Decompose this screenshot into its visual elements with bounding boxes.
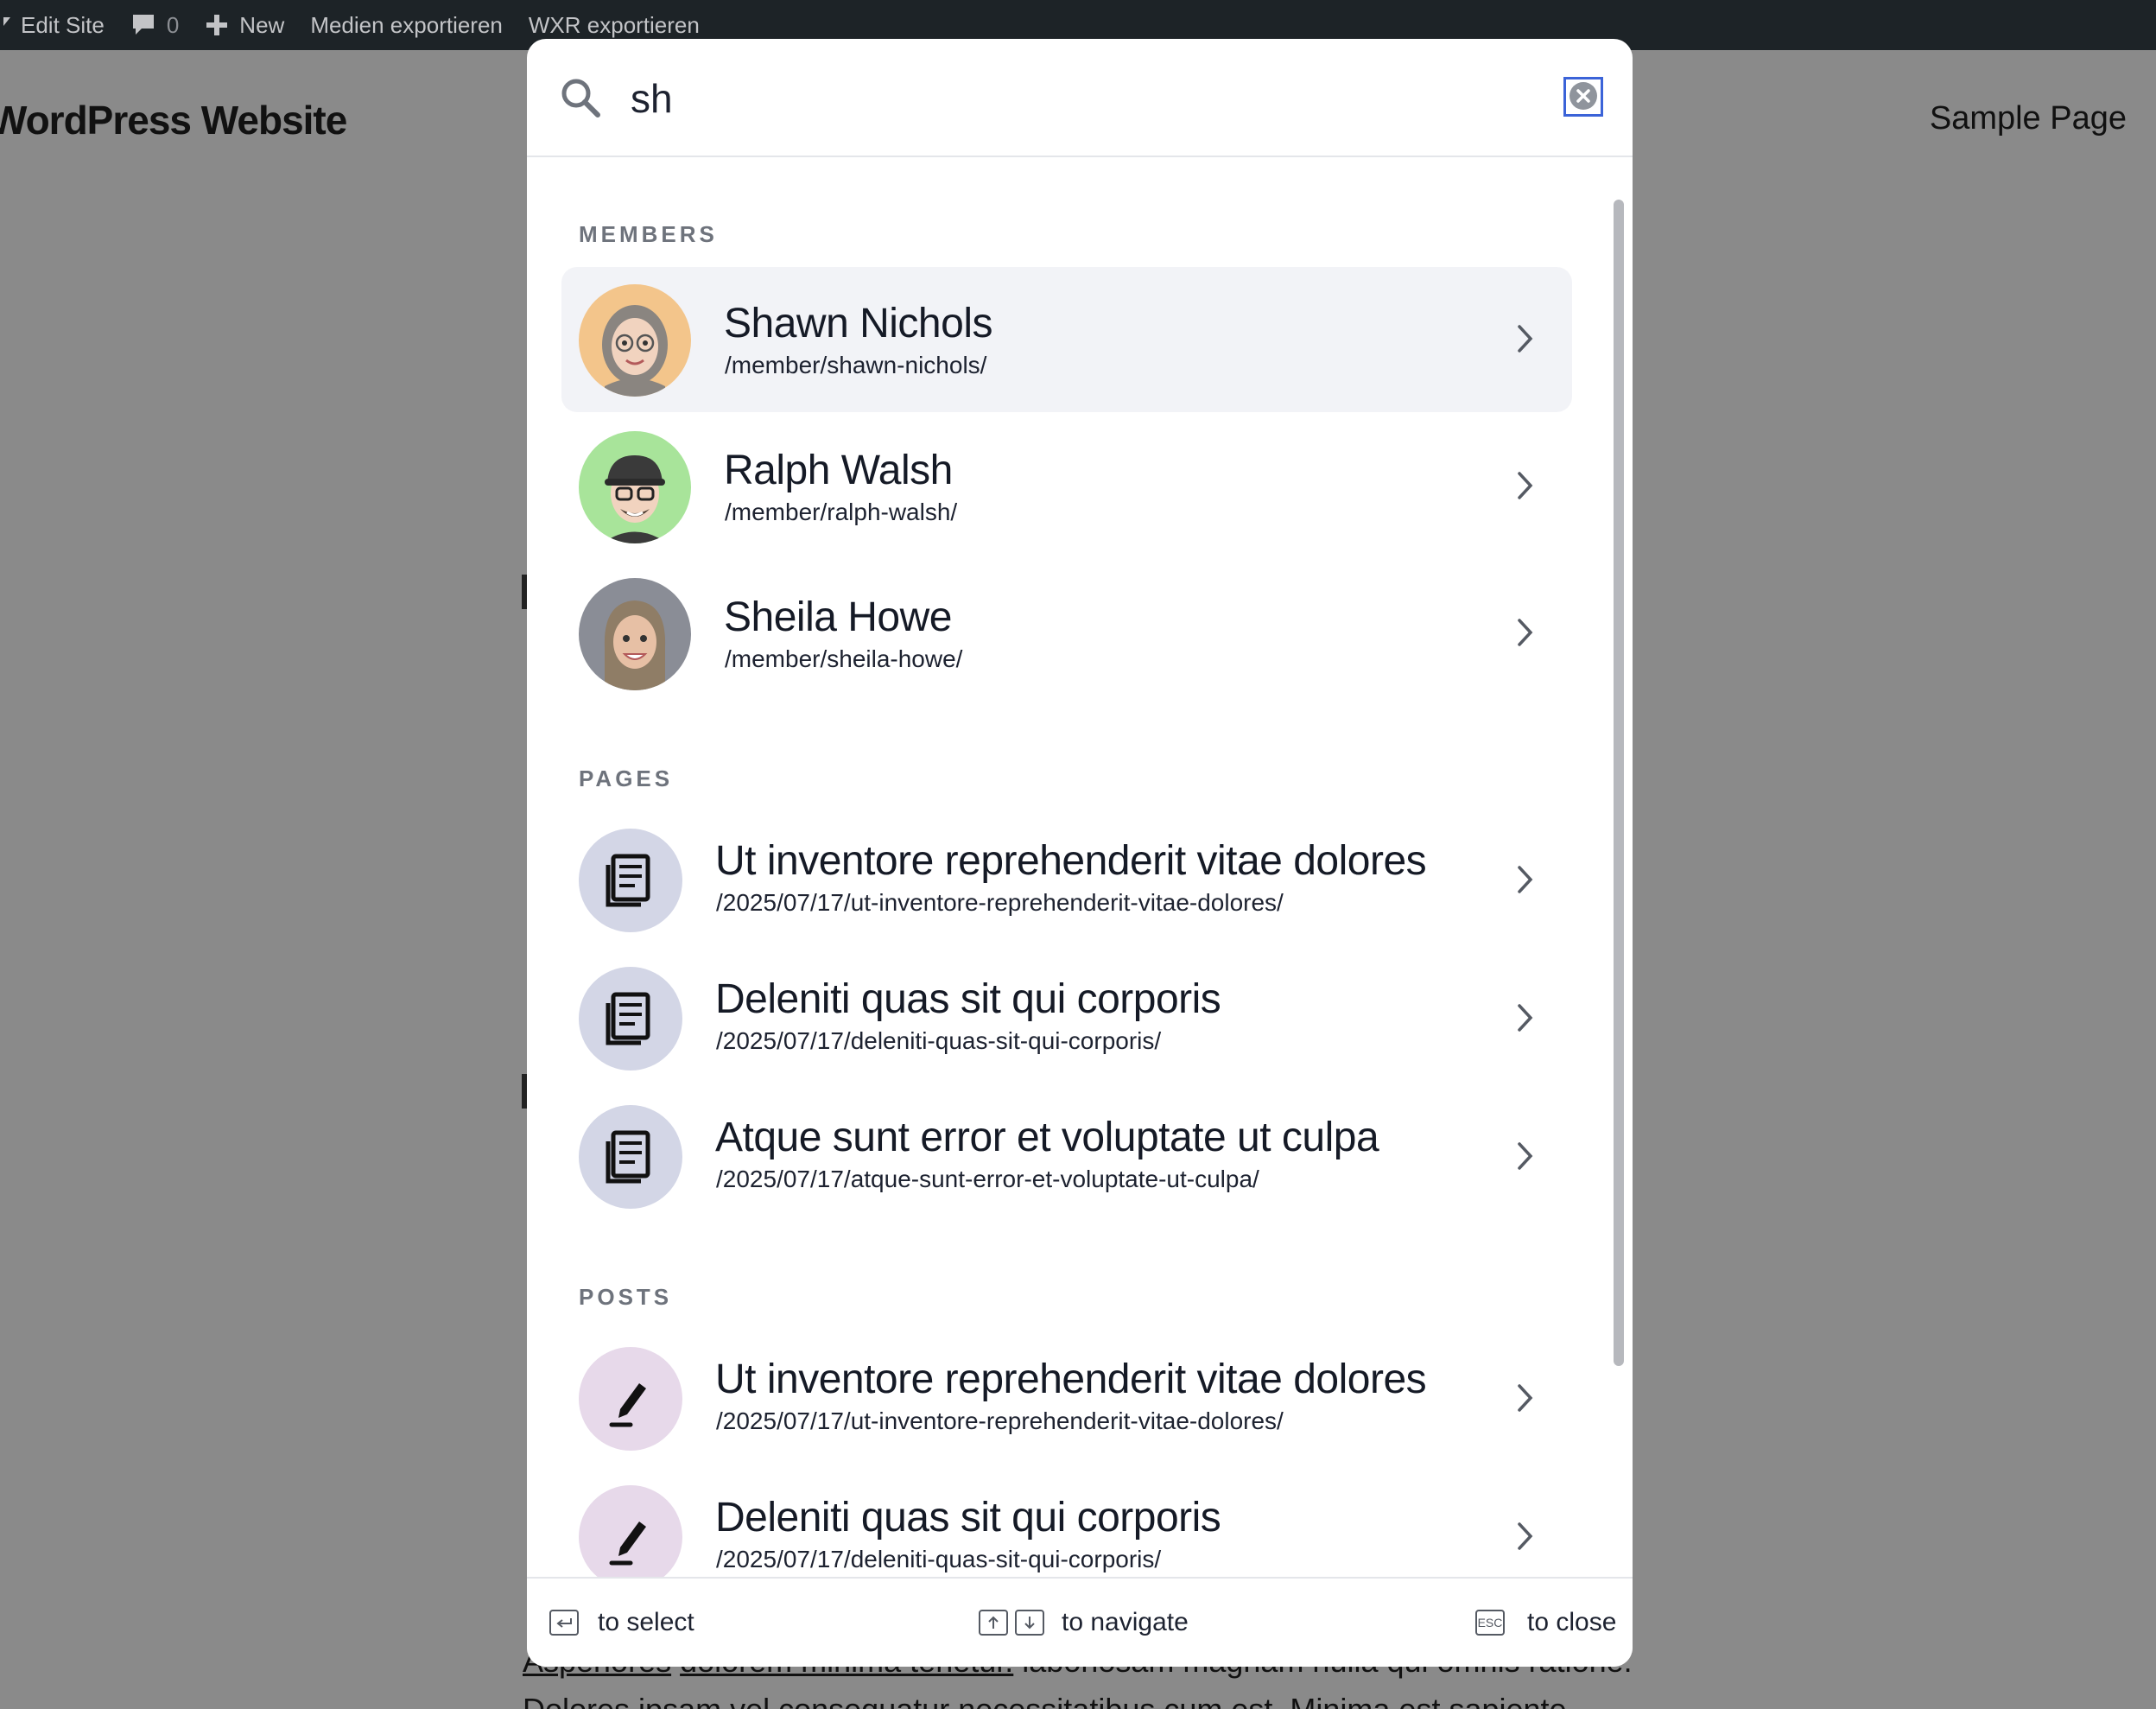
comments-link[interactable]: 0 <box>117 0 192 50</box>
result-title: Shawn Nichols <box>724 301 992 346</box>
nav-sample-page[interactable]: Sample Page <box>1930 100 2127 137</box>
result-url: /2025/07/17/deleniti-quas-sit-qui-corpor… <box>716 1027 1162 1054</box>
plus-icon <box>205 13 229 37</box>
edit-site-link[interactable]: Edit Site <box>0 0 117 50</box>
result-member[interactable]: Shawn Nichols /member/shawn-nichols/ <box>561 267 1572 412</box>
avatar <box>579 431 691 543</box>
result-title: Ralph Walsh <box>724 448 953 493</box>
result-page[interactable]: Ut inventore reprehenderit vitae dolores… <box>561 811 1572 950</box>
chevron-right-icon <box>1516 471 1533 505</box>
chevron-right-icon <box>1516 324 1533 358</box>
hint-select: to select <box>549 1608 694 1637</box>
clear-search-button[interactable] <box>1563 77 1603 117</box>
result-title: Ut inventore reprehenderit vitae dolores <box>715 1356 1427 1402</box>
new-content-link[interactable]: New <box>192 0 297 50</box>
chevron-right-icon <box>1516 1522 1533 1555</box>
chevron-right-icon <box>1516 1003 1533 1037</box>
result-url: /2025/07/17/ut-inventore-reprehenderit-v… <box>716 1407 1284 1434</box>
page-document-icon <box>579 829 682 932</box>
comments-count: 0 <box>166 11 180 38</box>
section-title-pages: PAGES <box>579 766 674 791</box>
enter-key-icon <box>549 1610 579 1636</box>
result-post[interactable]: Ut inventore reprehenderit vitae dolores… <box>561 1330 1572 1468</box>
site-title[interactable]: WordPress Website <box>0 97 347 143</box>
export-media-label: Medien exportieren <box>310 11 503 38</box>
chevron-right-icon <box>1516 1383 1533 1417</box>
page-document-icon <box>579 967 682 1071</box>
result-member[interactable]: Sheila Howe /member/sheila-howe/ <box>561 561 1572 706</box>
hint-close-label: to close <box>1527 1608 1617 1636</box>
edit-site-label: Edit Site <box>21 11 105 38</box>
search-icon <box>560 77 601 123</box>
result-page[interactable]: Atque sunt error et voluptate ut culpa /… <box>561 1088 1572 1226</box>
wordpress-edit-icon <box>3 17 10 33</box>
result-title: Sheila Howe <box>724 594 952 640</box>
result-url: /member/shawn-nichols/ <box>725 352 987 378</box>
hint-navigate: to navigate <box>979 1608 1189 1637</box>
arrow-up-key-icon <box>979 1610 1008 1636</box>
clear-x-icon <box>1569 81 1598 113</box>
results-list[interactable]: MEMBERS Shawn Nichols /member/shawn-nich… <box>527 159 1608 1611</box>
result-url: /2025/07/17/deleniti-quas-sit-qui-corpor… <box>716 1546 1162 1572</box>
arrow-down-key-icon <box>1015 1610 1044 1636</box>
result-url: /member/ralph-walsh/ <box>725 499 958 525</box>
results-scrollbar[interactable] <box>1612 162 1626 1613</box>
avatar <box>579 578 691 690</box>
post-pen-icon <box>579 1347 682 1451</box>
result-title: Atque sunt error et voluptate ut culpa <box>715 1115 1379 1160</box>
result-title: Deleniti quas sit qui corporis <box>715 976 1221 1022</box>
esc-key-icon: ESC <box>1475 1610 1505 1636</box>
result-url: /2025/07/17/ut-inventore-reprehenderit-v… <box>716 889 1284 916</box>
bg-text: Dolores ipsam vel consequatur necessitat… <box>523 1686 1646 1709</box>
result-page[interactable]: Deleniti quas sit qui corporis /2025/07/… <box>561 950 1572 1088</box>
result-url: /member/sheila-howe/ <box>725 645 963 672</box>
result-title: Deleniti quas sit qui corporis <box>715 1495 1221 1541</box>
result-member[interactable]: Ralph Walsh /member/ralph-walsh/ <box>561 414 1572 559</box>
search-input[interactable] <box>631 68 1408 129</box>
avatar <box>579 284 691 397</box>
hint-close: ESC to close <box>1475 1608 1616 1637</box>
section-title-members: MEMBERS <box>579 221 718 247</box>
result-title: Ut inventore reprehenderit vitae dolores <box>715 838 1427 884</box>
post-pen-icon <box>579 1485 682 1589</box>
search-modal: MEMBERS Shawn Nichols /member/shawn-nich… <box>527 39 1633 1667</box>
comment-bubble-icon <box>130 12 156 38</box>
scrollbar-thumb[interactable] <box>1614 200 1624 1366</box>
chevron-right-icon <box>1516 1141 1533 1175</box>
chevron-right-icon <box>1516 618 1533 651</box>
hint-select-label: to select <box>598 1608 694 1636</box>
new-label: New <box>239 11 285 38</box>
result-url: /2025/07/17/atque-sunt-error-et-voluptat… <box>716 1166 1259 1192</box>
chevron-right-icon <box>1516 865 1533 899</box>
page-document-icon <box>579 1105 682 1209</box>
search-bar <box>527 39 1633 157</box>
keyboard-hints-footer: to select to navigate ESC to close <box>527 1577 1633 1667</box>
hint-navigate-label: to navigate <box>1062 1608 1189 1636</box>
section-title-posts: POSTS <box>579 1284 673 1310</box>
export-media-link[interactable]: Medien exportieren <box>297 0 516 50</box>
export-wxr-label: WXR exportieren <box>528 11 700 38</box>
